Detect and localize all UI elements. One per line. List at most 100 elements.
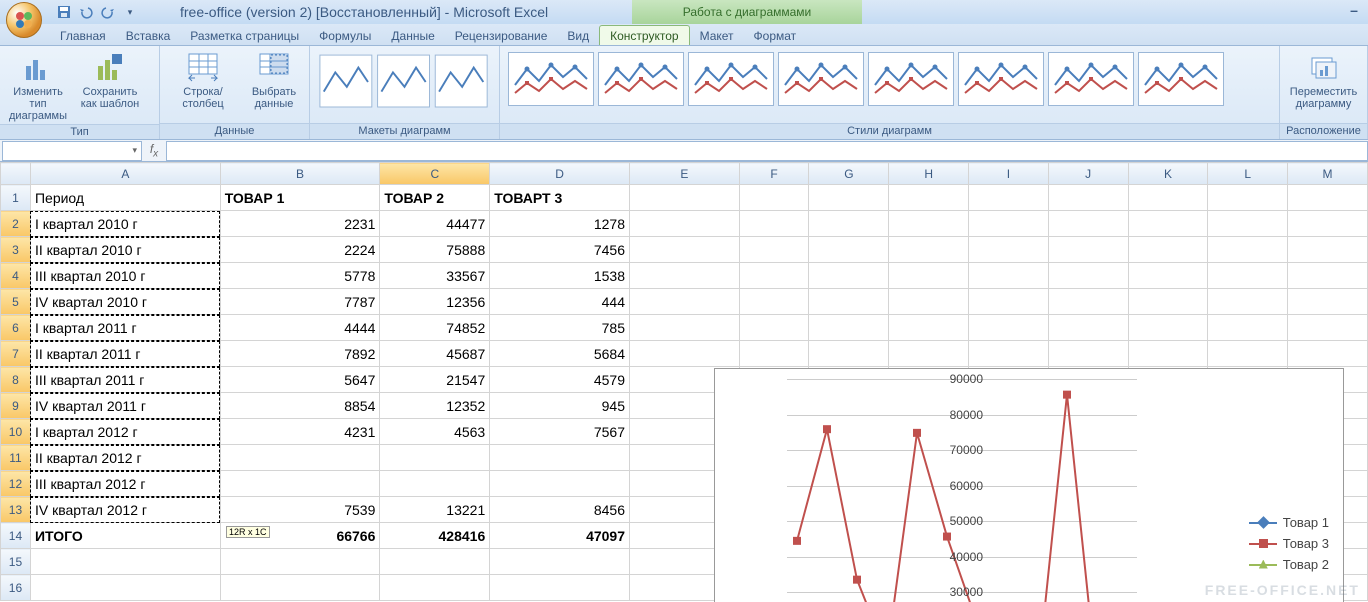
cell[interactable]: 1538: [490, 263, 630, 289]
cell[interactable]: IV квартал 2012 г: [30, 497, 220, 523]
cell[interactable]: [1208, 315, 1288, 341]
cell[interactable]: [889, 341, 969, 367]
cell[interactable]: II квартал 2012 г: [30, 445, 220, 471]
cell[interactable]: [1208, 289, 1288, 315]
row-header-11[interactable]: 11: [1, 445, 31, 471]
cell[interactable]: 45687: [380, 341, 490, 367]
cell[interactable]: [1288, 341, 1368, 367]
cell[interactable]: [809, 289, 889, 315]
cell[interactable]: [1288, 315, 1368, 341]
cell[interactable]: III квартал 2010 г: [30, 263, 220, 289]
cell[interactable]: [739, 237, 809, 263]
cell[interactable]: [490, 471, 630, 497]
row-header-16[interactable]: 16: [1, 575, 31, 601]
cell[interactable]: [630, 315, 740, 341]
qat-dropdown-icon[interactable]: ▾: [120, 2, 140, 22]
cell[interactable]: 7567: [490, 419, 630, 445]
col-header-E[interactable]: E: [630, 163, 740, 185]
cell[interactable]: IV квартал 2010 г: [30, 289, 220, 315]
row-header-6[interactable]: 6: [1, 315, 31, 341]
tab-Рецензирование[interactable]: Рецензирование: [445, 26, 558, 45]
cell[interactable]: [1128, 341, 1208, 367]
redo-icon[interactable]: [98, 2, 118, 22]
cell[interactable]: I квартал 2011 г: [30, 315, 220, 341]
cell[interactable]: [30, 549, 220, 575]
cell[interactable]: [1048, 263, 1128, 289]
row-header-14[interactable]: 14: [1, 523, 31, 549]
chart-styles-gallery[interactable]: [504, 48, 1275, 123]
cell[interactable]: 4231: [220, 419, 380, 445]
cell[interactable]: 12356: [380, 289, 490, 315]
col-header-G[interactable]: G: [809, 163, 889, 185]
cell[interactable]: [739, 315, 809, 341]
cell[interactable]: [1208, 341, 1288, 367]
cell[interactable]: 7787: [220, 289, 380, 315]
cell[interactable]: [1208, 237, 1288, 263]
cell[interactable]: 12352: [380, 393, 490, 419]
cell[interactable]: 75888: [380, 237, 490, 263]
cell[interactable]: [490, 445, 630, 471]
col-header-C[interactable]: C: [380, 163, 490, 185]
cell[interactable]: 2224: [220, 237, 380, 263]
row-header-12[interactable]: 12: [1, 471, 31, 497]
col-header-H[interactable]: H: [889, 163, 969, 185]
office-button[interactable]: [6, 2, 42, 38]
cell[interactable]: [490, 575, 630, 601]
row-header-8[interactable]: 8: [1, 367, 31, 393]
cell[interactable]: III квартал 2012 г: [30, 471, 220, 497]
cell[interactable]: [630, 237, 740, 263]
move-chart-button[interactable]: Переместить диаграмму: [1284, 50, 1363, 112]
cell[interactable]: [1048, 315, 1128, 341]
cell[interactable]: [1048, 289, 1128, 315]
cell[interactable]: [220, 471, 380, 497]
cell[interactable]: [1288, 263, 1368, 289]
cell[interactable]: 74852: [380, 315, 490, 341]
cell[interactable]: 8456: [490, 497, 630, 523]
chart-style-7[interactable]: [1048, 52, 1134, 106]
cell[interactable]: [1288, 185, 1368, 211]
cell[interactable]: [380, 445, 490, 471]
row-header-2[interactable]: 2: [1, 211, 31, 237]
cell[interactable]: [809, 237, 889, 263]
cell[interactable]: [889, 263, 969, 289]
cell[interactable]: [30, 575, 220, 601]
col-header-J[interactable]: J: [1048, 163, 1128, 185]
cell[interactable]: [739, 211, 809, 237]
cell[interactable]: [969, 263, 1049, 289]
row-header-10[interactable]: 10: [1, 419, 31, 445]
cell[interactable]: [809, 315, 889, 341]
cell[interactable]: [1048, 237, 1128, 263]
chart-style-1[interactable]: [508, 52, 594, 106]
cell[interactable]: II квартал 2010 г: [30, 237, 220, 263]
cell[interactable]: [969, 185, 1049, 211]
col-header-F[interactable]: F: [739, 163, 809, 185]
tab-Формат[interactable]: Формат: [744, 26, 807, 45]
cell[interactable]: [1128, 211, 1208, 237]
cell[interactable]: [739, 341, 809, 367]
cell[interactable]: [889, 315, 969, 341]
cell[interactable]: ИТОГО: [30, 523, 220, 549]
cell[interactable]: 785: [490, 315, 630, 341]
row-header-5[interactable]: 5: [1, 289, 31, 315]
cell[interactable]: [630, 211, 740, 237]
cell[interactable]: 428416: [380, 523, 490, 549]
cell[interactable]: 21547: [380, 367, 490, 393]
cell[interactable]: [1288, 211, 1368, 237]
cell[interactable]: 7456: [490, 237, 630, 263]
row-header-7[interactable]: 7: [1, 341, 31, 367]
cell[interactable]: 2231: [220, 211, 380, 237]
select-data-button[interactable]: Выбрать данные: [246, 50, 302, 112]
cell[interactable]: 7892: [220, 341, 380, 367]
col-header-B[interactable]: B: [220, 163, 380, 185]
undo-icon[interactable]: [76, 2, 96, 22]
cell[interactable]: III квартал 2011 г: [30, 367, 220, 393]
cell[interactable]: [220, 445, 380, 471]
cell[interactable]: [739, 289, 809, 315]
cell[interactable]: [809, 185, 889, 211]
cell[interactable]: [969, 315, 1049, 341]
cell[interactable]: Период: [30, 185, 220, 211]
col-header-I[interactable]: I: [969, 163, 1049, 185]
worksheet-grid[interactable]: ABCDEFGHIJKLM 1ПериодТОВАР 1ТОВАР 2ТОВАР…: [0, 162, 1368, 602]
cell[interactable]: 44477: [380, 211, 490, 237]
tab-Конструктор[interactable]: Конструктор: [599, 25, 689, 45]
